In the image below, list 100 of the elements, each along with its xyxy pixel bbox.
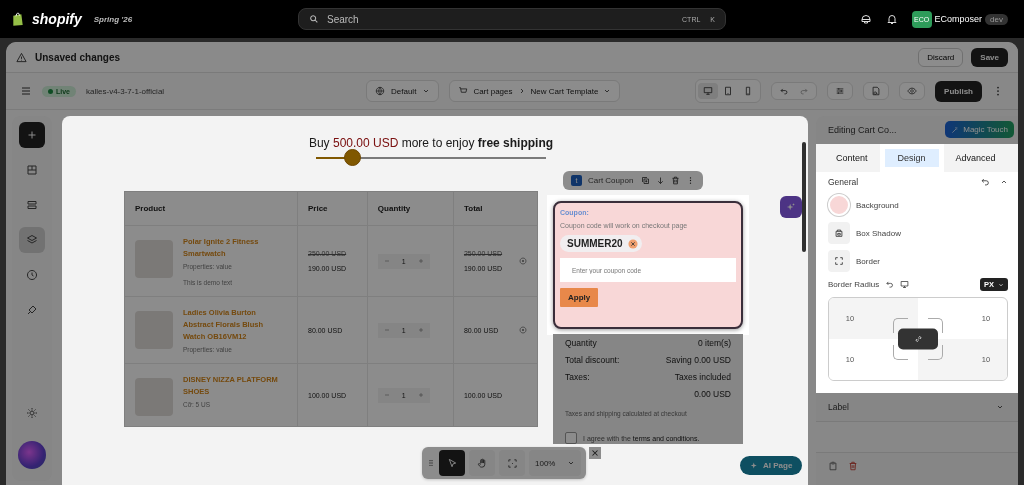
desktop-icon [703, 86, 714, 96]
pointer-icon [446, 457, 458, 469]
edition-label: Spring '26 [93, 14, 133, 24]
link-values-button[interactable] [898, 328, 938, 350]
sidebar-button[interactable] [19, 227, 45, 253]
chevron-down-icon [603, 87, 612, 95]
remove-icon[interactable] [519, 257, 527, 265]
breadcrumb-item: New Cart Template [530, 86, 599, 96]
chevron-down-icon [998, 281, 1004, 288]
clock-icon [26, 269, 38, 281]
property-button[interactable] [828, 222, 850, 244]
box-shadow-icon [834, 228, 844, 238]
sparkle-icon [750, 461, 759, 470]
search-input[interactable]: Search [325, 12, 673, 26]
panel-tab[interactable]: Advanced [943, 144, 1008, 172]
magic-touch-button[interactable]: Magic Touch [945, 121, 1014, 138]
plus-icon[interactable] [417, 327, 424, 333]
link-icon [913, 334, 923, 344]
panel-tab[interactable]: Content [824, 144, 880, 172]
chevron-up-icon[interactable] [1000, 178, 1008, 186]
summary-value: Taxes included [674, 372, 731, 382]
tool-button[interactable] [899, 82, 926, 100]
menu-icon[interactable] [20, 85, 32, 97]
panel-tab[interactable]: Design [879, 144, 944, 172]
plus-icon[interactable] [417, 258, 424, 264]
wand-icon [951, 125, 960, 134]
device-button[interactable] [698, 83, 719, 99]
sparkle-icon [786, 202, 796, 212]
page-dropdown[interactable]: Cart pages New Cart Template [449, 80, 621, 102]
summary-value: Saving 0.00 USD [665, 355, 731, 365]
trash-icon[interactable] [848, 461, 858, 471]
border-icon [834, 256, 844, 266]
focus-icon [506, 457, 518, 469]
helmet-icon[interactable] [859, 13, 872, 25]
publish-button[interactable]: Publish [935, 80, 982, 102]
search-icon [309, 14, 319, 24]
theme-name: kalles-v4-3-7-1-official [86, 86, 166, 96]
sparkle-button[interactable] [780, 196, 802, 218]
zoom-dropdown[interactable]: 100% [529, 450, 582, 476]
rows-icon [26, 199, 38, 211]
property-label: Border Radius [828, 280, 880, 289]
brush-icon [26, 304, 38, 316]
property-label: Box Shadow [856, 228, 901, 238]
tool-button[interactable] [863, 82, 890, 100]
language-dropdown[interactable]: Default [366, 80, 440, 102]
desktop-icon[interactable] [900, 280, 910, 289]
agree-checkbox[interactable] [565, 432, 577, 444]
column-header: Quantity [367, 191, 454, 226]
shipping-message: Buy 500.00 USD more to enjoy free shipping [308, 136, 554, 150]
canvas-tool-button[interactable] [439, 450, 465, 476]
column-header: Price [297, 191, 368, 226]
tool-button[interactable] [827, 82, 854, 100]
chevron-down-icon [422, 87, 431, 95]
chevron-down-icon [567, 459, 576, 467]
column-header: Total [453, 191, 538, 226]
warning-icon [16, 51, 27, 63]
canvas-tool-button[interactable] [469, 450, 495, 476]
section-title[interactable]: Label [828, 402, 849, 412]
assistant-avatar[interactable] [18, 441, 46, 469]
summary-value: 0 item(s) [697, 338, 731, 348]
summary-label: Quantity [565, 338, 597, 348]
panel-title: Editing Cart Co... [828, 124, 897, 135]
globe-icon [375, 86, 385, 96]
column-header: Product [124, 191, 298, 226]
arrow-down-icon[interactable] [656, 176, 666, 185]
settings-icon [26, 407, 38, 419]
trash-icon[interactable] [671, 176, 681, 185]
close-icon[interactable] [589, 447, 602, 459]
section-title[interactable]: General [828, 177, 859, 187]
property-button[interactable] [828, 250, 850, 272]
reset-icon[interactable] [980, 177, 990, 187]
color-swatch[interactable] [828, 194, 850, 216]
plus-icon [26, 129, 38, 141]
sidebar-button[interactable] [19, 122, 45, 148]
reset-icon[interactable] [885, 280, 895, 289]
summary-value: 0.00 USD [694, 389, 731, 399]
blocks-icon [26, 164, 38, 176]
clipboard-icon[interactable] [828, 461, 838, 471]
canvas-tool-button[interactable] [499, 450, 525, 476]
notice-title: Unsaved changes [35, 51, 121, 63]
property-label: Border [856, 256, 880, 266]
drag-handle-icon[interactable] [427, 459, 435, 467]
env-badge: dev [985, 13, 1008, 25]
tablet-icon [723, 86, 734, 96]
logo-text[interactable]: shopify [32, 11, 82, 27]
save-button[interactable]: Save [971, 47, 1008, 67]
store-name[interactable]: EComposer [934, 14, 983, 24]
breadcrumb-item: Cart pages [473, 86, 513, 96]
element-label: Cart Coupon [588, 176, 634, 185]
coupon-chip: SUMMER20 [560, 235, 642, 252]
apply-button[interactable]: Apply [560, 288, 599, 307]
chevron-down-icon[interactable] [996, 403, 1004, 411]
remove-icon[interactable] [519, 326, 527, 334]
discard-button[interactable]: Discard [918, 47, 964, 67]
bell-icon[interactable] [885, 13, 898, 25]
scrollbar[interactable] [802, 142, 806, 252]
duplicate-icon[interactable] [641, 176, 651, 185]
plus-icon[interactable] [417, 392, 424, 398]
cart-icon [458, 86, 469, 96]
close-icon[interactable] [627, 238, 638, 249]
